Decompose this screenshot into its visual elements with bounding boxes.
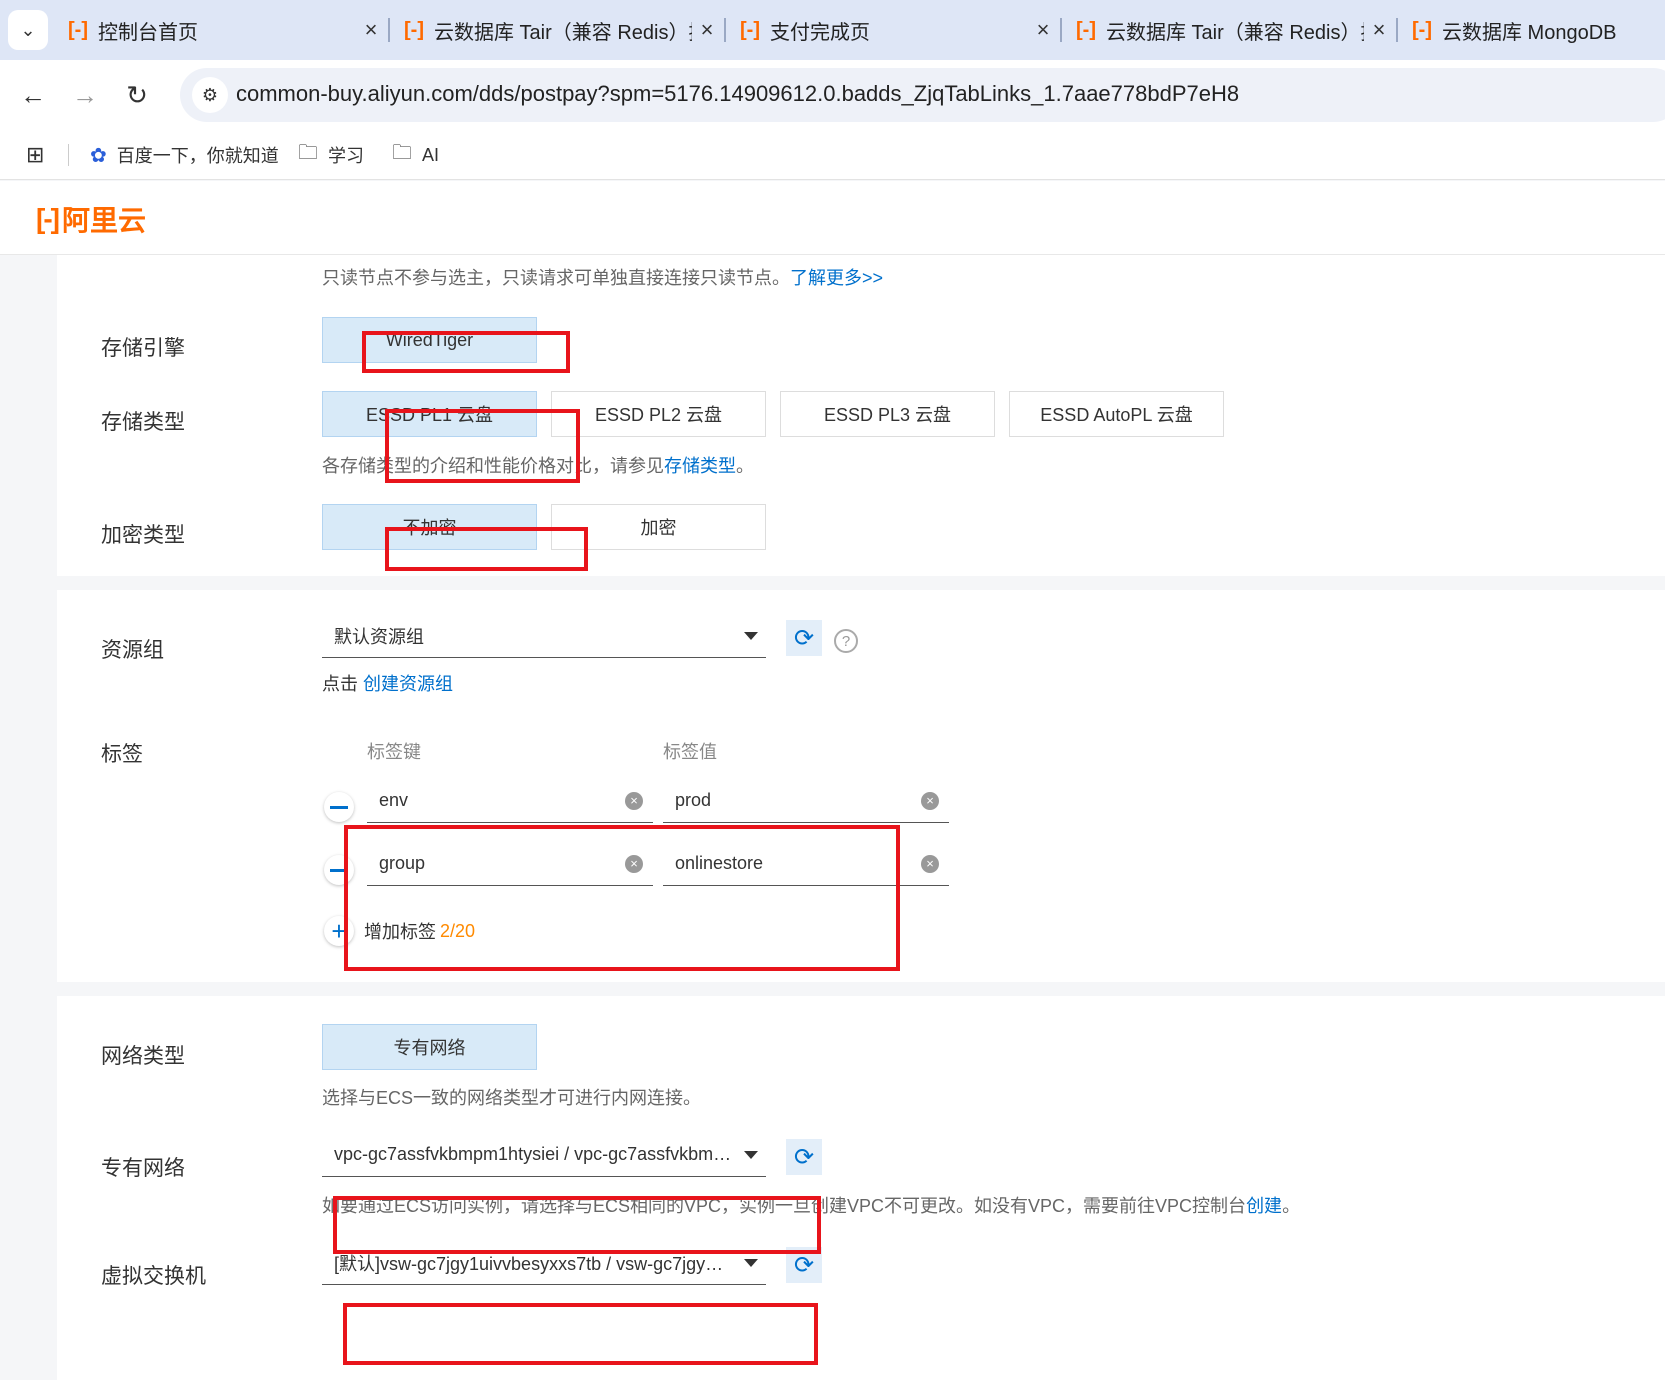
tab-title: 支付完成页 <box>769 21 870 44</box>
network-type-label: 网络类型 <box>101 1045 185 1068</box>
storage-engine-label: 存储引擎 <box>101 337 185 360</box>
tab-redis-console-2[interactable]: [-] 云数据库 Tair（兼容 Redis）控制台 × <box>1064 8 1394 52</box>
tab-title: 控制台首页 <box>97 21 198 44</box>
network-type-vpc[interactable]: 专有网络 <box>322 1024 537 1070</box>
resource-group-label: 资源组 <box>101 639 164 662</box>
tab-payment-complete[interactable]: [-] 支付完成页 × <box>728 8 1058 52</box>
reload-icon[interactable]: ↻ <box>118 76 156 114</box>
site-settings-icon[interactable]: ⚙ <box>192 77 228 113</box>
bookmark-label: 百度一下，你就知道 <box>116 146 279 166</box>
forward-arrow-icon[interactable]: → <box>66 76 104 114</box>
aliyun-favicon-icon: [-] <box>1076 18 1096 41</box>
readonly-hint: 只读节点不参与选主，只读请求可单独直接连接只读节点。了解更多>> <box>322 268 884 288</box>
tab-search-chevron-icon[interactable]: ⌄ <box>8 10 48 50</box>
aliyun-favicon-icon: [-] <box>740 18 760 41</box>
tag-value-input[interactable]: prod × <box>663 779 949 823</box>
highlight-box-encryption <box>385 527 588 571</box>
tab-separator <box>724 18 726 42</box>
bookmarks-bar: ⊞ ✿ 百度一下，你就知道 🗀 学习 🗀 AI <box>0 130 1665 180</box>
tab-separator <box>388 18 390 42</box>
aliyun-header: [-] 阿里云 <box>0 181 1665 255</box>
highlight-box-storage-engine <box>362 331 570 373</box>
folder-icon: 🗀 <box>298 142 318 164</box>
highlight-box-tags <box>344 825 900 971</box>
storage-type-essd-autopl[interactable]: ESSD AutoPL 云盘 <box>1009 391 1224 437</box>
bookmark-baidu[interactable]: ✿ 百度一下，你就知道 <box>90 140 279 170</box>
aliyun-logo-icon: [-] <box>36 203 60 234</box>
tag-value-header: 标签值 <box>663 742 717 762</box>
clear-icon[interactable]: × <box>625 791 643 810</box>
tab-close-icon[interactable]: × <box>1028 17 1058 43</box>
storage-config-card: 只读节点不参与选主，只读请求可单独直接连接只读节点。了解更多>> 存储引擎 Wi… <box>57 240 1665 576</box>
encryption-label: 加密类型 <box>101 524 185 547</box>
help-question-icon[interactable]: ? <box>834 629 858 653</box>
caret-down-icon <box>744 631 758 640</box>
address-bar[interactable]: ⚙ common-buy.aliyun.com/dds/postpay?spm=… <box>180 68 1665 122</box>
tab-close-icon[interactable]: × <box>692 17 722 43</box>
caret-down-icon <box>744 1258 758 1267</box>
bookmark-label: 学习 <box>328 146 364 166</box>
aliyun-favicon-icon: [-] <box>68 18 88 41</box>
highlight-box-vswitch <box>343 1303 818 1365</box>
tab-console-home[interactable]: [-] 控制台首页 × <box>56 8 386 52</box>
back-arrow-icon[interactable]: ← <box>14 76 52 114</box>
tab-title: 云数据库 Tair（兼容 Redis）控制台 <box>433 21 692 44</box>
create-resource-group-link[interactable]: 创建资源组 <box>363 674 453 694</box>
aliyun-favicon-icon: [-] <box>1412 18 1432 41</box>
caret-down-icon <box>744 1150 758 1159</box>
network-card: 网络类型 专有网络 选择与ECS一致的网络类型才可进行内网连接。 专有网络 vp… <box>57 996 1665 1380</box>
tags-label: 标签 <box>101 743 143 766</box>
vpc-select[interactable]: vpc-gc7assfvkbmpm1htysiei / vpc-gc7assfv… <box>322 1133 766 1177</box>
bookmark-divider <box>68 144 69 166</box>
vswitch-label: 虚拟交换机 <box>101 1265 206 1288</box>
url-text[interactable]: common-buy.aliyun.com/dds/postpay?spm=51… <box>236 81 1239 107</box>
storage-type-essd-pl3[interactable]: ESSD PL3 云盘 <box>780 391 995 437</box>
bookmark-folder-ai[interactable]: 🗀 AI <box>392 140 439 170</box>
highlight-box-storage-type <box>385 409 580 483</box>
learn-more-link[interactable]: 了解更多>> <box>790 268 883 288</box>
refresh-icon[interactable]: ⟳ <box>786 1139 822 1175</box>
resource-group-hint: 点击 创建资源组 <box>322 674 454 694</box>
baidu-paw-icon: ✿ <box>90 144 107 167</box>
tab-mongodb[interactable]: [-] 云数据库 MongoDB <box>1400 8 1665 52</box>
storage-type-link[interactable]: 存储类型 <box>664 456 736 476</box>
bookmark-folder-study[interactable]: 🗀 学习 <box>298 140 364 170</box>
browser-toolbar: ← → ↻ ⚙ common-buy.aliyun.com/dds/postpa… <box>0 60 1665 130</box>
refresh-icon[interactable]: ⟳ <box>786 620 822 656</box>
highlight-box-vpc <box>333 1196 821 1254</box>
resource-group-select[interactable]: 默认资源组 <box>322 614 766 658</box>
network-type-hint: 选择与ECS一致的网络类型才可进行内网连接。 <box>322 1088 702 1108</box>
tab-title: 云数据库 Tair（兼容 Redis）控制台 <box>1105 21 1364 44</box>
bookmark-label: AI <box>422 144 440 165</box>
tab-separator <box>1060 18 1062 42</box>
remove-tag-icon[interactable] <box>324 792 354 822</box>
clear-icon[interactable]: × <box>921 791 939 810</box>
tag-key-input[interactable]: env × <box>367 779 653 823</box>
logo-text: 阿里云 <box>61 205 146 236</box>
folder-icon: 🗀 <box>392 142 412 164</box>
apps-grid-icon[interactable]: ⊞ <box>26 140 44 170</box>
tab-separator <box>1396 18 1398 42</box>
tab-redis-console-1[interactable]: [-] 云数据库 Tair（兼容 Redis）控制台 × <box>392 8 722 52</box>
vpc-label: 专有网络 <box>101 1157 185 1180</box>
tag-key-header: 标签键 <box>367 742 421 762</box>
aliyun-logo[interactable]: [-] 阿里云 <box>36 199 146 239</box>
tab-title: 云数据库 MongoDB <box>1441 21 1617 44</box>
storage-type-essd-pl2[interactable]: ESSD PL2 云盘 <box>551 391 766 437</box>
create-vpc-link[interactable]: 创建 <box>1246 1196 1282 1216</box>
browser-tab-strip: ⌄ [-] 控制台首页 × [-] 云数据库 Tair（兼容 Redis）控制台… <box>0 0 1665 60</box>
aliyun-favicon-icon: [-] <box>404 18 424 41</box>
tab-close-icon[interactable]: × <box>356 17 386 43</box>
storage-type-label: 存储类型 <box>101 411 185 434</box>
tab-close-icon[interactable]: × <box>1364 17 1394 43</box>
clear-icon[interactable]: × <box>921 854 939 873</box>
